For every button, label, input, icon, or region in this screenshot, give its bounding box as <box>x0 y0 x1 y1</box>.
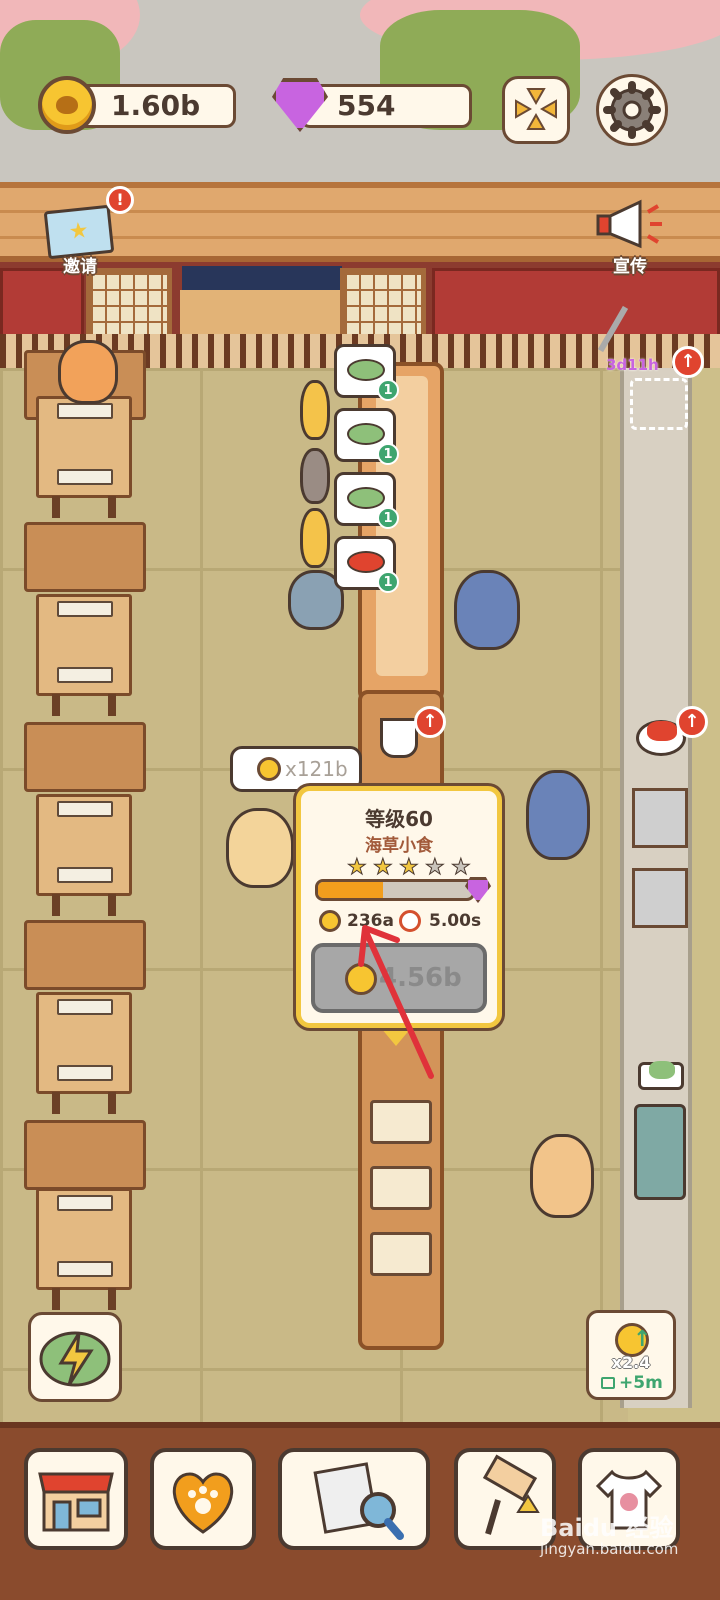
waiter-cat[interactable] <box>454 570 520 650</box>
order-count: 1 <box>377 507 399 529</box>
arrows-inward-icon <box>515 88 557 130</box>
cook-cat[interactable] <box>530 1134 594 1218</box>
upgrade-arrow-icon[interactable]: ↑ <box>414 706 446 738</box>
promotion-button[interactable]: 宣传 <box>590 196 670 277</box>
upgrade-arrow-icon[interactable]: ↑ <box>672 346 704 378</box>
fishing-timer: 3d11h <box>606 356 659 374</box>
star-filled-icon: ★ <box>399 855 420 880</box>
invite-button[interactable]: ★ 邀请 ! <box>40 186 134 280</box>
shiba-customer[interactable] <box>58 340 118 404</box>
newspaper-magnifier-icon <box>313 1462 404 1540</box>
annotation-arrow <box>358 925 434 1079</box>
salmon-roe-dish-icon <box>347 551 385 573</box>
expand-view-button[interactable] <box>502 76 570 144</box>
fishing-rod-icon[interactable] <box>597 300 660 356</box>
up-arrow-icon: ↑ <box>633 1327 652 1352</box>
invite-label: 邀请 <box>63 257 97 277</box>
alert-badge: ! <box>106 186 134 214</box>
promo-label: 宣传 <box>613 257 647 277</box>
seaweed-dish-icon <box>347 359 385 381</box>
boost-duration: +5m <box>619 1373 663 1393</box>
bottom-navigation: Baidu 经验 jingyan.baidu.com <box>0 1422 720 1600</box>
star-empty-icon: ★ <box>451 855 472 880</box>
star-filled-icon: ★ <box>347 855 368 880</box>
boost-multiplier: x2.4 <box>611 1353 651 1372</box>
paint-roller-icon <box>482 1454 540 1535</box>
upgrade-arrow-icon[interactable]: ↑ <box>676 706 708 738</box>
megaphone-icon <box>596 199 662 249</box>
payment-amount: x121b <box>285 757 348 781</box>
energy-boost-button[interactable] <box>28 1312 122 1402</box>
progress-fill <box>318 882 383 898</box>
order-bubble: 1 <box>334 472 399 529</box>
pets-button[interactable] <box>150 1448 256 1550</box>
seaweed-dish-icon <box>347 487 385 509</box>
level-progress-bar <box>315 879 475 901</box>
cat-customer[interactable] <box>300 448 330 504</box>
stove[interactable] <box>632 788 688 848</box>
empty-slot[interactable] <box>630 378 688 430</box>
watermark-url: jingyan.baidu.com <box>540 1540 679 1558</box>
settings-button[interactable] <box>596 74 668 146</box>
seaweed-plate[interactable] <box>638 1061 684 1090</box>
storefront-icon <box>38 1472 114 1532</box>
dish-name: 海草小食 <box>365 836 433 856</box>
coin-icon <box>319 910 341 932</box>
coin-icon <box>257 757 281 781</box>
order-count: 1 <box>377 379 399 401</box>
gem-amount: 554 <box>337 89 396 122</box>
kitchen-aisle <box>620 368 692 1408</box>
gem-counter[interactable]: 554 <box>300 84 472 128</box>
tv-ad-icon <box>601 1377 615 1389</box>
order-bubble: 1 <box>334 408 399 465</box>
shop-button[interactable] <box>24 1448 128 1550</box>
watermark-brand: Baidu 经验 <box>540 1514 674 1542</box>
income-boost-button[interactable]: ↑ x2.4 +5m <box>586 1310 676 1400</box>
waiter-cat[interactable] <box>526 770 590 860</box>
coin-amount: 1.60b <box>111 89 201 122</box>
seaweed-dish-icon <box>347 423 385 445</box>
cat-customer[interactable] <box>300 380 330 440</box>
star-empty-icon: ★ <box>425 855 446 880</box>
star-rating: ★ ★ ★ ★ ★ <box>347 855 473 880</box>
recipes-search-button[interactable] <box>278 1448 430 1550</box>
coin-icon <box>38 76 96 134</box>
order-bubble: 1 <box>334 536 399 593</box>
star-filled-icon: ★ <box>373 855 394 880</box>
chef-cat[interactable] <box>226 808 294 888</box>
heart-paw-icon <box>172 1472 234 1534</box>
order-bubble: 1 <box>334 344 399 401</box>
gear-icon <box>603 81 661 139</box>
dish-level: 等级60 <box>365 807 433 831</box>
cat-customer[interactable] <box>300 508 330 568</box>
lightning-plate-icon <box>39 1331 111 1387</box>
order-count: 1 <box>377 571 399 593</box>
tea-cup <box>380 718 418 758</box>
refrigerator[interactable] <box>634 1104 686 1200</box>
stove[interactable] <box>632 868 688 928</box>
order-count: 1 <box>377 443 399 465</box>
